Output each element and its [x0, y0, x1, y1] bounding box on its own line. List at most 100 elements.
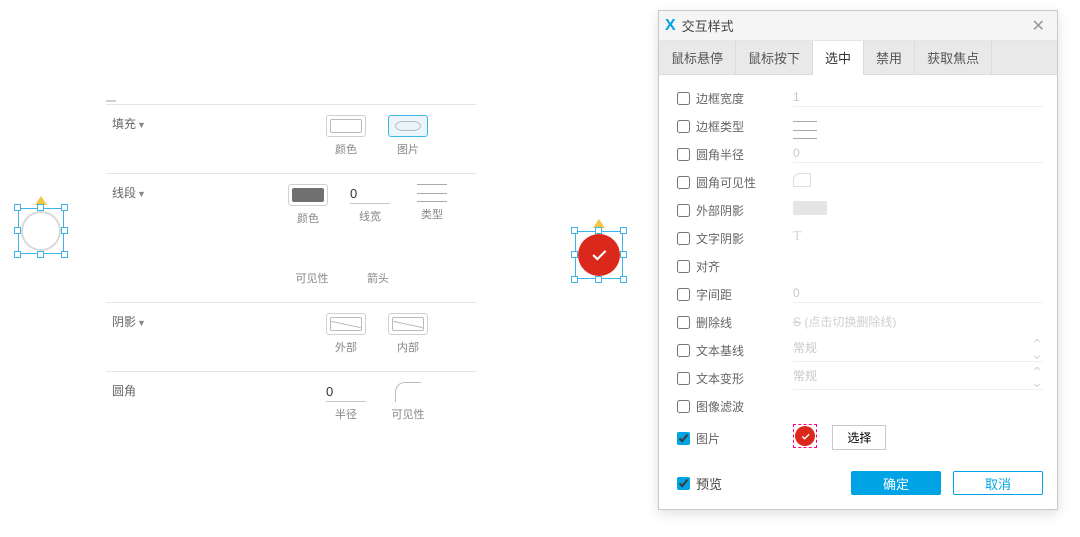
fill-image-swatch[interactable]: 图片 [388, 115, 428, 157]
shadow-outer[interactable]: 外部 [326, 313, 366, 355]
resize-handle[interactable] [61, 251, 68, 258]
opt-outer-shadow-checkbox[interactable] [677, 204, 690, 217]
ok-button[interactable]: 确定 [851, 471, 941, 495]
opt-border-type-value[interactable] [793, 111, 1043, 141]
resize-handle[interactable] [61, 227, 68, 234]
opt-align[interactable]: 对齐 [673, 257, 793, 276]
section-corner: 圆角 半径 可见性 [106, 371, 476, 438]
section-label[interactable]: 圆角 [106, 382, 216, 422]
opt-border-width-value[interactable]: 1 [793, 90, 1043, 107]
stroke-type-caption: 类型 [421, 206, 443, 222]
opt-image-value: 选择 [793, 424, 1043, 452]
preview-checkbox[interactable] [677, 477, 690, 490]
resize-handle[interactable] [37, 204, 44, 211]
stroke-color-swatch[interactable]: 颜色 [288, 184, 328, 226]
dialog-footer: 预览 确定 取消 [659, 461, 1057, 509]
cancel-button[interactable]: 取消 [953, 471, 1043, 495]
opt-border-type[interactable]: 边框类型 [673, 117, 793, 136]
resize-handle[interactable] [571, 227, 578, 234]
opt-outer-shadow[interactable]: 外部阴影 [673, 201, 793, 220]
resize-handle[interactable] [14, 227, 21, 234]
dialog-titlebar[interactable]: X 交互样式 ✕ [659, 11, 1057, 41]
opt-corner-radius-checkbox[interactable] [677, 148, 690, 161]
resize-handle[interactable] [37, 251, 44, 258]
resize-handle[interactable] [595, 276, 602, 283]
corner-visibility[interactable]: 可见性 [388, 382, 428, 422]
canvas-shape-red-check[interactable] [575, 231, 623, 279]
resize-handle[interactable] [14, 204, 21, 211]
close-button[interactable]: ✕ [1028, 16, 1049, 36]
opt-image-filter-checkbox[interactable] [677, 400, 690, 413]
tab-focus[interactable]: 获取焦点 [915, 41, 992, 74]
opt-letter-spacing[interactable]: 字间距 [673, 285, 793, 304]
opt-transform-checkbox[interactable] [677, 372, 690, 385]
opt-letter-spacing-value[interactable]: 0 [793, 286, 1043, 303]
opt-text-shadow[interactable]: 文字阴影 [673, 229, 793, 248]
opt-image-filter[interactable]: 图像滤波 [673, 397, 793, 416]
resize-handle[interactable] [14, 251, 21, 258]
opt-transform-value[interactable]: 常规⌃⌄ [793, 367, 1043, 390]
resize-handle[interactable] [61, 204, 68, 211]
style-inspector: 填充▼ 颜色 图片 线段▼ 颜色 线宽 类型 [106, 100, 476, 438]
opt-text-shadow-checkbox[interactable] [677, 232, 690, 245]
opt-border-type-checkbox[interactable] [677, 120, 690, 133]
stroke-visibility[interactable]: 可见性 [288, 244, 336, 286]
opt-corner-radius[interactable]: 圆角半径 [673, 145, 793, 164]
resize-handle[interactable] [571, 276, 578, 283]
select-image-button[interactable]: 选择 [832, 425, 886, 450]
opt-align-value[interactable] [793, 258, 1043, 274]
opt-border-width-checkbox[interactable] [677, 92, 690, 105]
corner-radius-field[interactable] [326, 382, 366, 402]
opt-baseline-checkbox[interactable] [677, 344, 690, 357]
opt-outer-shadow-value[interactable] [793, 201, 1043, 220]
stroke-visible-caption: 可见性 [296, 270, 329, 286]
canvas-shape-circle[interactable] [18, 208, 64, 254]
shadow-inner[interactable]: 内部 [388, 313, 428, 355]
section-shadow: 阴影▼ 外部 内部 [106, 302, 476, 371]
selection-box [575, 231, 623, 279]
stroke-color-caption: 颜色 [297, 210, 319, 226]
opt-corner-visibility-value[interactable] [793, 173, 1043, 192]
fill-color-caption: 颜色 [335, 141, 357, 157]
stroke-arrow-caption: 箭头 [367, 270, 389, 286]
check-icon [800, 431, 811, 442]
fill-color-swatch[interactable]: 颜色 [326, 115, 366, 157]
image-thumbnail[interactable] [793, 424, 817, 448]
opt-strikethrough-value[interactable]: S (点击切换删除线) [793, 313, 1043, 332]
opt-transform[interactable]: 文本变形 [673, 369, 793, 388]
opt-letter-spacing-checkbox[interactable] [677, 288, 690, 301]
opt-text-shadow-value[interactable]: T [793, 229, 1043, 247]
corner-visible-caption: 可见性 [392, 406, 425, 422]
stroke-width-field[interactable] [350, 184, 390, 204]
corner-radius-input[interactable]: 半径 [326, 382, 366, 422]
opt-image-checkbox[interactable] [677, 432, 690, 445]
stroke-type[interactable]: 类型 [412, 184, 452, 226]
tab-mousedown[interactable]: 鼠标按下 [736, 41, 813, 74]
resize-handle[interactable] [571, 251, 578, 258]
opt-corner-radius-value[interactable]: 0 [793, 146, 1043, 163]
stroke-arrow[interactable]: 箭头 [358, 244, 398, 286]
resize-handle[interactable] [620, 251, 627, 258]
tab-disabled[interactable]: 禁用 [864, 41, 915, 74]
section-label[interactable]: 填充▼ [106, 115, 216, 157]
opt-strikethrough-checkbox[interactable] [677, 316, 690, 329]
opt-strikethrough[interactable]: 删除线 [673, 313, 793, 332]
resize-handle[interactable] [595, 227, 602, 234]
tab-mouseover[interactable]: 鼠标悬停 [659, 41, 736, 74]
opt-baseline-value[interactable]: 常规⌃⌄ [793, 339, 1043, 362]
opt-image-filter-value[interactable] [793, 405, 1043, 407]
opt-corner-visibility-checkbox[interactable] [677, 176, 690, 189]
opt-baseline[interactable]: 文本基线 [673, 341, 793, 360]
tab-selected[interactable]: 选中 [813, 41, 864, 75]
resize-handle[interactable] [620, 276, 627, 283]
section-label[interactable]: 阴影▼ [106, 313, 216, 355]
resize-handle[interactable] [620, 227, 627, 234]
section-label[interactable]: 线段▼ [106, 184, 178, 286]
opt-align-checkbox[interactable] [677, 260, 690, 273]
axure-logo-icon: X [665, 17, 676, 35]
stroke-width-input[interactable]: 线宽 [350, 184, 390, 226]
opt-border-width[interactable]: 边框宽度 [673, 89, 793, 108]
preview-toggle[interactable]: 预览 [673, 474, 839, 493]
opt-corner-visibility[interactable]: 圆角可见性 [673, 173, 793, 192]
opt-image[interactable]: 图片 [673, 429, 793, 448]
